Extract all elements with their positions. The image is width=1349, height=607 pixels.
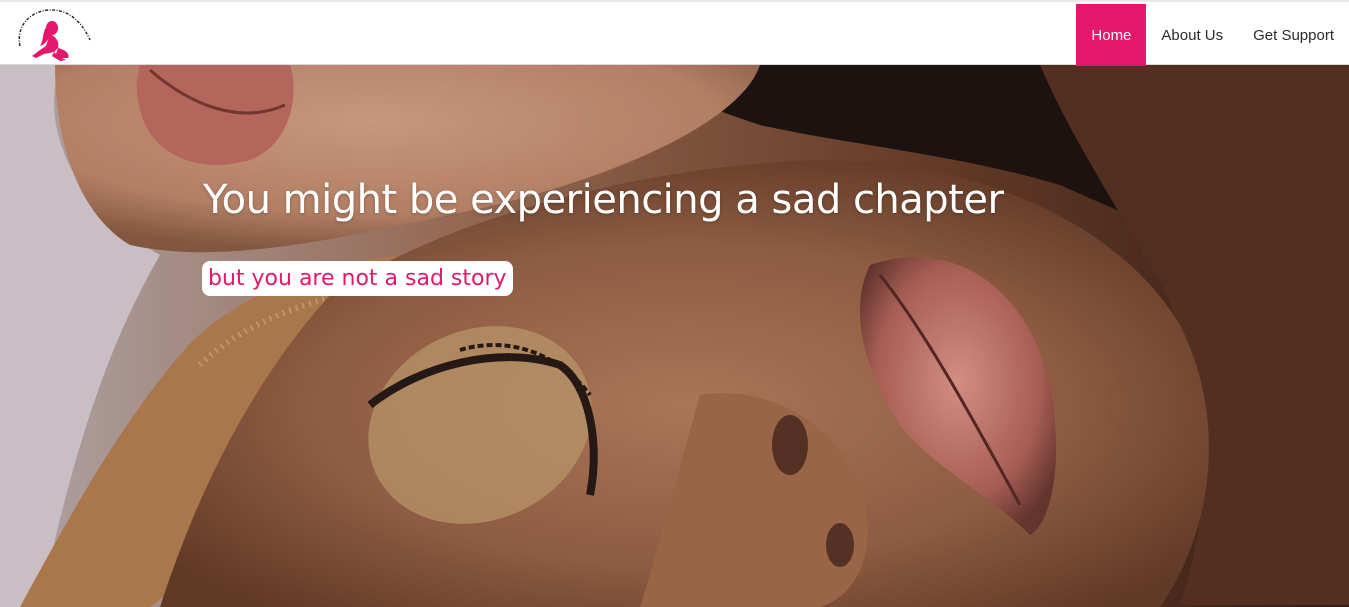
nav-about-us-link[interactable]: About Us <box>1161 4 1223 66</box>
logo[interactable]: Ladies Mental Support <box>14 6 98 62</box>
nav-get-support-link[interactable]: Get Support <box>1253 4 1334 66</box>
main-nav: Home About Us Get Support <box>1076 4 1349 66</box>
hero-background-image <box>0 65 1349 607</box>
navbar: Ladies Mental Support Home About Us Get … <box>0 0 1349 66</box>
logo-figure-icon <box>18 9 91 61</box>
hero-title: You might be experiencing a sad chapter <box>203 177 1004 223</box>
hero-subtitle: but you are not a sad story <box>202 261 513 296</box>
nav-home-link[interactable]: Home <box>1076 4 1147 66</box>
hero-section: You might be experiencing a sad chapter … <box>0 65 1349 607</box>
